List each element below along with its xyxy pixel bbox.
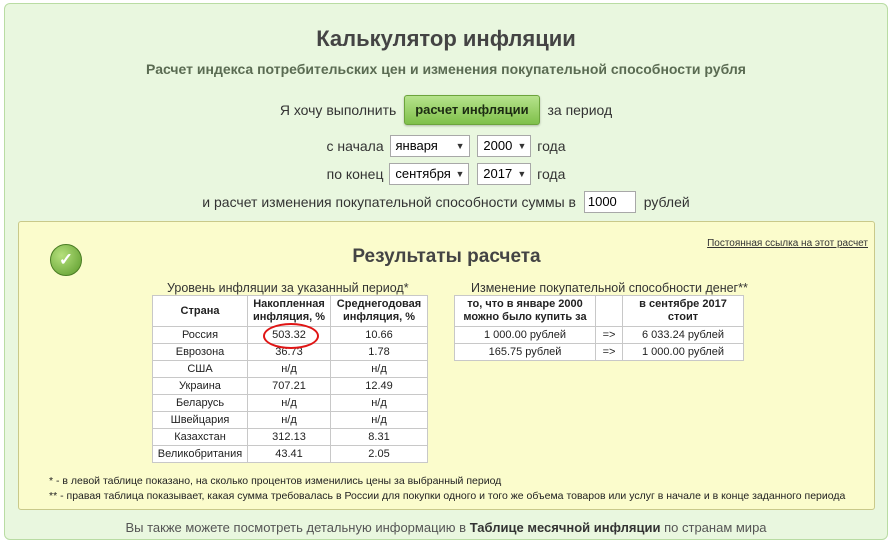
start-label: с начала: [326, 138, 384, 154]
col-header-after: в сентябре 2017 стоит: [622, 295, 744, 327]
table-cell: 43.41: [247, 445, 331, 463]
start-row: с начала января ▼ 2000 ▼ года: [5, 135, 887, 157]
highlight-circle: [263, 323, 319, 349]
footer-suffix: по странам мира: [664, 520, 767, 535]
table-cell: н/д: [247, 411, 331, 429]
table-cell: н/д: [330, 411, 428, 429]
start-year-word: года: [537, 138, 566, 154]
table-cell: 312.13: [247, 428, 331, 446]
col-header-before: то, что в январе 2000 можно было купить …: [454, 295, 596, 327]
table-cell: Беларусь: [152, 394, 248, 412]
table-header-row: Страна Накопленная инфляция, % Среднегод…: [152, 295, 428, 327]
results-title: Результаты расчета: [352, 246, 541, 267]
monthly-inflation-link[interactable]: Таблице месячной инфляции: [470, 520, 661, 535]
sum-input[interactable]: 1000: [583, 191, 636, 213]
start-month-select[interactable]: января ▼: [389, 135, 470, 157]
table-cell: 1.78: [330, 343, 428, 361]
inflation-table: Страна Накопленная инфляция, % Среднегод…: [152, 295, 428, 463]
table-cell: н/д: [330, 394, 428, 412]
footnote-1: * - в левой таблице показано, на сколько…: [49, 475, 502, 487]
sum-row: и расчет изменения покупательной способн…: [5, 191, 887, 213]
footer-text: Вы также можете посмотреть детальную инф…: [5, 520, 887, 535]
end-year-select[interactable]: 2017 ▼: [477, 163, 532, 185]
purchasing-power-table: то, что в январе 2000 можно было купить …: [454, 295, 744, 361]
table-cell: 6 033.24 рублей: [622, 326, 744, 344]
table-cell: Россия: [152, 326, 248, 344]
table-cell: Украина: [152, 377, 248, 395]
chevron-down-icon: ▼: [517, 141, 527, 151]
calc-type-row: Я хочу выполнить расчет инфляции за пери…: [5, 95, 887, 125]
table-cell: Великобритания: [152, 445, 248, 463]
right-table-caption: Изменение покупательной способности дене…: [471, 281, 748, 295]
end-year-value: 2017: [483, 166, 513, 181]
table-row: 165.75 рублей => 1 000.00 рублей: [454, 343, 744, 361]
table-cell: =>: [595, 326, 623, 344]
table-cell: 8.31: [330, 428, 428, 446]
table-cell: 707.21: [247, 377, 331, 395]
table-header-row: то, что в январе 2000 можно было купить …: [454, 295, 744, 327]
period-label: за период: [547, 102, 613, 118]
table-cell: н/д: [330, 360, 428, 378]
end-row: по конец сентября ▼ 2017 ▼ года: [5, 163, 887, 185]
col-header-annual: Среднегодовая инфляция, %: [330, 295, 428, 327]
table-row: Казахстан 312.13 8.31: [152, 428, 428, 446]
table-row: США н/д н/д: [152, 360, 428, 378]
calc-inflation-button[interactable]: расчет инфляции: [404, 95, 540, 125]
page-subtitle: Расчет индекса потребительских цен и изм…: [146, 61, 746, 77]
table-row: Великобритания 43.41 2.05: [152, 445, 428, 463]
intro-label: Я хочу выполнить: [279, 102, 397, 118]
table-cell: 165.75 рублей: [454, 343, 596, 361]
footer-prefix: Вы также можете посмотреть детальную инф…: [125, 520, 467, 535]
col-header-country: Страна: [152, 295, 248, 327]
end-label: по конец: [326, 166, 384, 182]
table-cell: =>: [595, 343, 623, 361]
col-header-accumulated: Накопленная инфляция, %: [247, 295, 331, 327]
currency-label: рублей: [643, 194, 690, 210]
permalink-link[interactable]: Постоянная ссылка на этот расчет: [707, 238, 868, 249]
sum-label: и расчет изменения покупательной способн…: [202, 194, 576, 210]
chevron-down-icon: ▼: [455, 169, 465, 179]
table-cell: 2.05: [330, 445, 428, 463]
table-cell: США: [152, 360, 248, 378]
calculator-panel: Калькулятор инфляции Расчет индекса потр…: [4, 3, 888, 540]
table-row: 1 000.00 рублей => 6 033.24 рублей: [454, 326, 744, 344]
table-cell: н/д: [247, 360, 331, 378]
table-cell: Еврозона: [152, 343, 248, 361]
table-cell: 10.66: [330, 326, 428, 344]
table-row: Украина 707.21 12.49: [152, 377, 428, 395]
page-title: Калькулятор инфляции: [316, 26, 576, 51]
table-row: Беларусь н/д н/д: [152, 394, 428, 412]
table-cell: н/д: [247, 394, 331, 412]
table-cell: Швейцария: [152, 411, 248, 429]
chevron-down-icon: ▼: [455, 141, 465, 151]
end-year-word: года: [537, 166, 566, 182]
table-cell: 12.49: [330, 377, 428, 395]
chevron-down-icon: ▼: [517, 169, 527, 179]
start-year-value: 2000: [483, 138, 513, 153]
start-month-value: января: [395, 138, 438, 153]
results-panel: ✓ Результаты расчета Постоянная ссылка н…: [18, 221, 875, 510]
start-year-select[interactable]: 2000 ▼: [477, 135, 532, 157]
left-table-caption: Уровень инфляции за указанный период*: [167, 281, 409, 295]
col-header-arrow: [595, 295, 623, 327]
table-cell: 1 000.00 рублей: [454, 326, 596, 344]
footnote-2: ** - правая таблица показывает, какая су…: [49, 490, 846, 502]
table-cell: Казахстан: [152, 428, 248, 446]
table-cell: 1 000.00 рублей: [622, 343, 744, 361]
end-month-value: сентября: [395, 166, 451, 181]
table-row: Швейцария н/д н/д: [152, 411, 428, 429]
end-month-select[interactable]: сентября ▼: [389, 163, 470, 185]
